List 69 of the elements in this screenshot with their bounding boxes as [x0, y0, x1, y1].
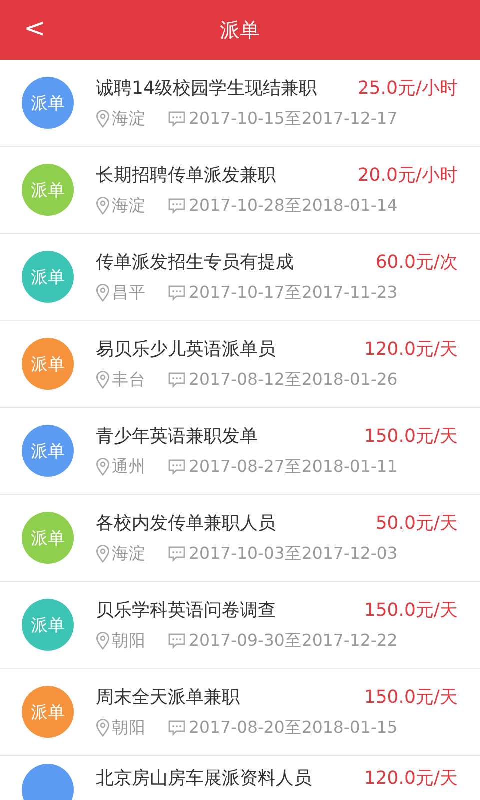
category-badge: 派单: [22, 425, 74, 477]
district: 海淀: [112, 108, 146, 130]
chat-bubble-icon: [168, 285, 186, 301]
category-badge: 派单: [22, 251, 74, 303]
job-pay: 120.0元/天: [364, 767, 458, 790]
job-title: 各校内发传单兼职人员: [96, 512, 276, 535]
category-badge: 派单: [22, 77, 74, 129]
category-badge: 派单: [22, 338, 74, 390]
job-title: 长期招聘传单派发兼职: [96, 164, 276, 187]
location-pin-icon: [96, 371, 110, 389]
date-range: 2017-08-20至2018-01-15: [189, 717, 398, 739]
date-range: 2017-10-15至2017-12-17: [189, 108, 398, 130]
job-pay: 150.0元/天: [364, 425, 458, 448]
job-row[interactable]: 派单 周末全天派单兼职 150.0元/天 朝阳 2017-08-20至2018-01-15: [0, 669, 480, 756]
job-title: 易贝乐少儿英语派单员: [96, 338, 276, 361]
job-title: 传单派发招生专员有提成: [96, 251, 294, 274]
date-range: 2017-10-03至2017-12-03: [189, 543, 398, 565]
chat-bubble-icon: [168, 720, 186, 736]
date-range: 2017-08-12至2018-01-26: [189, 369, 398, 391]
job-row[interactable]: 北京房山房车展派资料人员 120.0元/天: [0, 756, 480, 800]
location-pin-icon: [96, 719, 110, 737]
chat-bubble-icon: [168, 198, 186, 214]
location-pin-icon: [96, 284, 110, 302]
chat-bubble-icon: [168, 633, 186, 649]
job-title: 北京房山房车展派资料人员: [96, 767, 312, 790]
category-badge: 派单: [22, 599, 74, 651]
category-badge: 派单: [22, 512, 74, 564]
chat-bubble-icon: [168, 459, 186, 475]
chat-bubble-icon: [168, 111, 186, 127]
district: 海淀: [112, 543, 146, 565]
district: 朝阳: [112, 630, 146, 652]
job-pay: 150.0元/天: [364, 599, 458, 622]
job-row[interactable]: 派单 青少年英语兼职发单 150.0元/天 通州 2017-08-27至2018-01-11: [0, 408, 480, 495]
district: 朝阳: [112, 717, 146, 739]
date-range: 2017-10-17至2017-11-23: [189, 282, 398, 304]
job-pay: 25.0元/小时: [358, 77, 458, 100]
location-pin-icon: [96, 458, 110, 476]
district: 昌平: [112, 282, 146, 304]
chat-bubble-icon: [168, 546, 186, 562]
job-row[interactable]: 派单 诚聘14级校园学生现结兼职 25.0元/小时 海淀 2017-10-15至2017-12-17: [0, 60, 480, 147]
job-title: 周末全天派单兼职: [96, 686, 240, 709]
location-pin-icon: [96, 197, 110, 215]
job-pay: 50.0元/天: [376, 512, 458, 535]
date-range: 2017-09-30至2017-12-22: [189, 630, 398, 652]
job-row[interactable]: 派单 贝乐学科英语问卷调查 150.0元/天 朝阳 2017-09-30至2017-12-22: [0, 582, 480, 669]
job-row[interactable]: 派单 易贝乐少儿英语派单员 120.0元/天 丰台 2017-08-12至2018-01-26: [0, 321, 480, 408]
page-title: 派单: [220, 16, 260, 44]
job-row[interactable]: 派单 长期招聘传单派发兼职 20.0元/小时 海淀 2017-10-28至2018-01-14: [0, 147, 480, 234]
job-title: 诚聘14级校园学生现结兼职: [96, 77, 317, 100]
district: 通州: [112, 456, 146, 478]
chat-bubble-icon: [168, 372, 186, 388]
location-pin-icon: [96, 110, 110, 128]
job-pay: 120.0元/天: [364, 338, 458, 361]
job-title: 贝乐学科英语问卷调查: [96, 599, 276, 622]
district: 海淀: [112, 195, 146, 217]
job-pay: 60.0元/次: [376, 251, 458, 274]
back-button[interactable]: <: [20, 14, 50, 44]
location-pin-icon: [96, 545, 110, 563]
date-range: 2017-10-28至2018-01-14: [189, 195, 398, 217]
category-badge: 派单: [22, 686, 74, 738]
category-badge: 派单: [22, 164, 74, 216]
job-title: 青少年英语兼职发单: [96, 425, 258, 448]
job-row[interactable]: 派单 各校内发传单兼职人员 50.0元/天 海淀 2017-10-03至2017-12-03: [0, 495, 480, 582]
location-pin-icon: [96, 632, 110, 650]
date-range: 2017-08-27至2018-01-11: [189, 456, 398, 478]
job-row[interactable]: 派单 传单派发招生专员有提成 60.0元/次 昌平 2017-10-17至2017-11-23: [0, 234, 480, 321]
job-pay: 20.0元/小时: [358, 164, 458, 187]
job-pay: 150.0元/天: [364, 686, 458, 709]
district: 丰台: [112, 369, 146, 391]
